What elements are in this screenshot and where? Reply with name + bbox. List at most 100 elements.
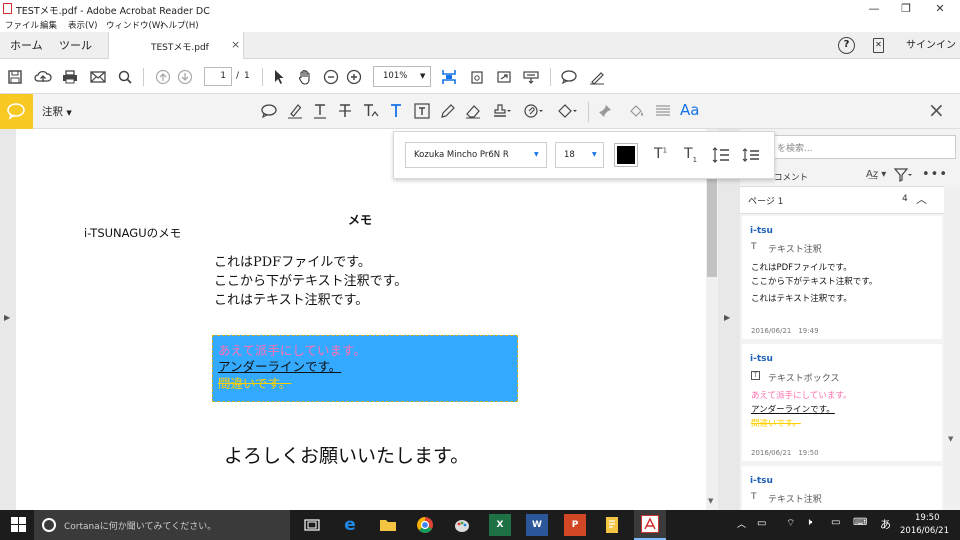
paint-app-icon[interactable]	[451, 514, 473, 536]
text-properties-icon[interactable]: Aa	[680, 101, 699, 119]
menu-window[interactable]: ウィンドウ(W)	[106, 19, 164, 31]
powerpoint-icon[interactable]: P	[564, 514, 586, 536]
save-icon[interactable]	[4, 66, 26, 88]
line-weight-icon[interactable]	[652, 100, 674, 122]
filter-icon[interactable]	[894, 168, 912, 182]
expand-right-panel-icon[interactable]: ▶	[724, 313, 730, 322]
network-icon[interactable]: ▭	[757, 518, 766, 529]
word-icon[interactable]: W	[526, 514, 548, 536]
signin-button[interactable]: サインイン	[906, 32, 956, 59]
clock-time[interactable]: 19:50	[915, 513, 940, 523]
notification-icon[interactable]: ▭	[831, 517, 840, 528]
print-icon[interactable]	[59, 66, 81, 88]
add-text-icon[interactable]	[385, 100, 407, 122]
expand-left-panel-icon[interactable]: ▶	[4, 313, 10, 322]
cortana-search-box[interactable]: Cortanaに何か聞いてみてください。	[34, 510, 290, 540]
page-number-input[interactable]: 1	[204, 67, 232, 86]
line-spacing-icon[interactable]	[712, 146, 730, 164]
page-group-header[interactable]: ページ 1 4 ︿	[740, 186, 944, 214]
comment-card[interactable]: i-tsu T テキスト注釈	[742, 466, 942, 510]
fit-width-icon[interactable]	[438, 66, 460, 88]
keyboard-icon[interactable]	[520, 66, 542, 88]
close-window-icon[interactable]: ✕	[924, 0, 956, 18]
attach-file-icon[interactable]	[522, 100, 544, 122]
zoom-out-icon[interactable]	[320, 66, 342, 88]
file-explorer-icon[interactable]	[377, 514, 399, 536]
wifi-icon[interactable]: ⌔	[786, 517, 795, 530]
minimize-icon[interactable]: —	[858, 0, 890, 18]
menu-edit[interactable]: 編集	[40, 19, 57, 31]
acrobat-taskbar-button[interactable]	[634, 510, 666, 540]
hand-tool-icon[interactable]	[294, 66, 316, 88]
eraser-icon[interactable]	[462, 100, 484, 122]
search-icon[interactable]	[114, 66, 136, 88]
tab-tools[interactable]: ツール	[59, 32, 92, 59]
chrome-icon[interactable]	[414, 514, 436, 536]
menu-view[interactable]: 表示(V)	[68, 19, 97, 31]
comment-tool-label[interactable]: 注釈 ▼	[42, 104, 72, 119]
volume-icon[interactable]: 🕨	[806, 517, 812, 528]
zoom-value: 101%	[383, 71, 408, 81]
windows-start-icon[interactable]	[11, 517, 26, 532]
text-comment-icon: T	[751, 242, 757, 252]
mail-icon[interactable]	[87, 66, 109, 88]
ime-indicator[interactable]: あ	[880, 516, 891, 532]
paragraph-spacing-icon[interactable]	[742, 146, 760, 164]
excel-icon[interactable]: X	[489, 514, 511, 536]
stamp-icon[interactable]	[490, 100, 512, 122]
close-comment-bar-icon[interactable]: ×	[928, 98, 945, 122]
select-arrow-icon[interactable]	[268, 66, 290, 88]
more-options-icon[interactable]: •••	[922, 167, 948, 182]
tab-home[interactable]: ホーム	[10, 32, 43, 59]
next-page-icon[interactable]	[174, 66, 196, 88]
tab-close-icon[interactable]: ×	[231, 38, 240, 51]
menu-help[interactable]: ヘルプ(H)	[160, 19, 199, 31]
comment-card[interactable]: i-tsu T テキスト注釈 これはPDFファイルです。 ここから下がテキスト注…	[742, 216, 942, 339]
pin-icon[interactable]	[594, 100, 616, 122]
scroll-down-icon[interactable]: ▼	[948, 435, 953, 443]
zoom-select[interactable]: 101% ▼	[373, 66, 431, 87]
left-panel-gutter: ▶	[0, 129, 16, 510]
highlight-pen-icon[interactable]	[284, 100, 306, 122]
tab-document[interactable]: TESTメモ.pdf ×	[108, 32, 244, 59]
shapes-icon[interactable]	[556, 100, 578, 122]
rotate-page-icon[interactable]	[466, 66, 488, 88]
zoom-in-icon[interactable]	[343, 66, 365, 88]
document-scrollbar[interactable]: ▼	[706, 129, 718, 510]
mobile-link-icon[interactable]: ✕	[873, 38, 884, 53]
prev-page-icon[interactable]	[152, 66, 174, 88]
comments-scrollbar[interactable]: ▼	[944, 185, 960, 510]
comment-icon[interactable]	[558, 66, 580, 88]
keyboard-tray-icon[interactable]: ⌨	[853, 517, 867, 528]
text-color-picker[interactable]	[614, 143, 638, 167]
task-view-icon[interactable]	[301, 514, 323, 536]
underline-text-icon[interactable]	[309, 100, 331, 122]
restore-icon[interactable]: ❐	[890, 0, 922, 18]
replace-text-icon[interactable]	[360, 100, 382, 122]
text-box-icon[interactable]	[411, 100, 433, 122]
font-size-select[interactable]: 18 ▼	[555, 142, 604, 168]
subscript-icon[interactable]: T1	[684, 146, 697, 164]
collapse-chevron-icon[interactable]: ︿	[916, 191, 927, 207]
comment-label-text: 注釈	[42, 106, 63, 118]
fill-color-icon[interactable]	[626, 100, 648, 122]
chevron-down-icon: ▼	[420, 72, 426, 80]
upload-cloud-icon[interactable]	[32, 66, 54, 88]
comment-toolbar: 注釈 ▼ Aa ×	[0, 94, 960, 129]
scroll-down-icon[interactable]: ▼	[708, 497, 713, 505]
pencil-draw-icon[interactable]	[437, 100, 459, 122]
edge-browser-icon[interactable]: e	[339, 514, 361, 536]
superscript-icon[interactable]: T1	[654, 146, 667, 162]
sign-pen-icon[interactable]	[586, 66, 608, 88]
document-viewer-icon[interactable]	[601, 514, 623, 536]
font-family-select[interactable]: Kozuka Mincho Pr6N R ▼	[405, 142, 547, 168]
menu-file[interactable]: ファイル	[5, 19, 39, 31]
full-screen-icon[interactable]	[493, 66, 515, 88]
clock-date[interactable]: 2016/06/21	[900, 526, 949, 536]
sticky-note-icon[interactable]	[258, 100, 280, 122]
sort-icon[interactable]: A͢z ▾	[866, 169, 886, 180]
comment-card[interactable]: i-tsu T テキストボックス あえて派手にしています。 アンダーラインです。…	[742, 344, 942, 461]
strikethrough-icon[interactable]	[334, 100, 356, 122]
tray-overflow-icon[interactable]: ︿	[737, 517, 746, 530]
help-icon[interactable]: ?	[838, 37, 855, 54]
